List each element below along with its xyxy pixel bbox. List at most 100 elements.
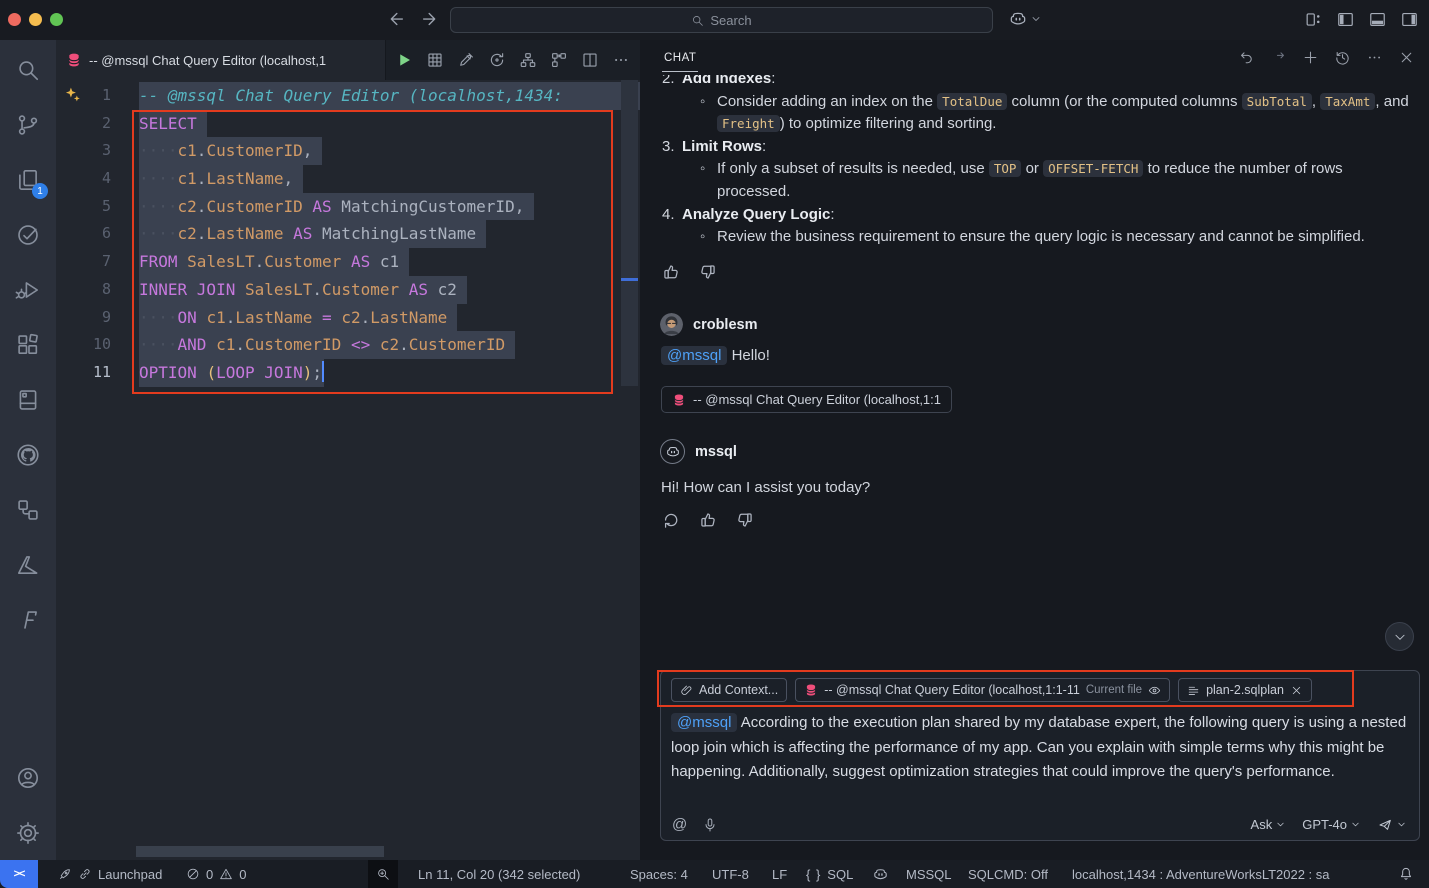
mention-context-button[interactable]: @ <box>672 816 687 833</box>
activity-bar-item-github-icon[interactable] <box>4 427 52 482</box>
code-line-11[interactable]: 11OPTION (LOOP JOIN); <box>56 359 640 387</box>
thumbs-up-icon[interactable] <box>661 262 681 282</box>
close-icon[interactable] <box>1398 49 1415 66</box>
connection-status[interactable]: localhost,1434 : AdventureWorksLT2022 : … <box>1072 860 1330 888</box>
actual-plan-icon[interactable] <box>549 51 568 70</box>
activity-bar: 1 <box>0 40 56 860</box>
mssql-status[interactable]: MSSQL <box>906 860 952 888</box>
model-picker-button[interactable]: GPT-4o <box>1302 817 1361 832</box>
new-chat-icon[interactable] <box>1302 49 1319 66</box>
zoom-indicator[interactable] <box>368 860 398 888</box>
navigate-back-icon[interactable] <box>384 8 406 30</box>
chat-input-container[interactable]: Add Context... -- @mssql Chat Query Edit… <box>660 670 1420 841</box>
activity-bar-item-extensions-icon[interactable] <box>4 317 52 372</box>
message-file-chip[interactable]: -- @mssql Chat Query Editor (localhost,1… <box>661 386 952 413</box>
activity-bar-item-settings-gear-icon[interactable] <box>4 805 52 860</box>
toggle-panel-icon[interactable] <box>1368 10 1387 29</box>
copilot-menu-button[interactable] <box>1008 9 1042 29</box>
code-line-4[interactable]: 4····c1.LastName, <box>56 165 640 193</box>
activity-bar-item-run-debug-icon[interactable] <box>4 262 52 317</box>
toggle-primary-sidebar-icon[interactable] <box>1336 10 1355 29</box>
more-actions-icon[interactable] <box>611 51 630 70</box>
close-window-button[interactable] <box>8 13 21 26</box>
redo-icon[interactable] <box>1270 49 1287 66</box>
activity-bar-item-explorer-icon[interactable]: 1 <box>4 152 52 207</box>
problems-indicator[interactable]: 0 0 <box>186 860 246 888</box>
history-icon[interactable] <box>1334 49 1351 66</box>
activity-bar-item-azure-icon[interactable] <box>4 537 52 592</box>
toggle-secondary-sidebar-icon[interactable] <box>1400 10 1419 29</box>
mssql-mention-chip[interactable]: @mssql <box>671 713 737 732</box>
language-label: SQL <box>827 867 853 882</box>
code-line-3[interactable]: 3····c1.CustomerID, <box>56 137 640 165</box>
add-context-button[interactable]: Add Context... <box>671 678 787 702</box>
thumbs-down-icon[interactable] <box>698 262 718 282</box>
activity-bar-item-database-server-icon[interactable] <box>4 372 52 427</box>
sqlplan-attachment-chip[interactable]: plan-2.sqlplan <box>1178 678 1312 702</box>
mssql-mention-chip[interactable]: @mssql <box>661 346 727 365</box>
editor-vertical-scrollbar[interactable] <box>621 80 638 386</box>
undo-icon[interactable] <box>1238 49 1255 66</box>
mode-picker-button[interactable]: Ask <box>1251 817 1287 832</box>
code-line-2[interactable]: 2SELECT <box>56 110 640 138</box>
code-editor[interactable]: 1-- @mssql Chat Query Editor (localhost,… <box>56 80 640 860</box>
editor-tab[interactable]: -- @mssql Chat Query Editor (localhost,1 <box>56 40 386 80</box>
zoom-window-button[interactable] <box>50 13 63 26</box>
encoding-indicator[interactable]: UTF-8 <box>712 860 749 888</box>
activity-bar-item-fabric-icon[interactable] <box>4 592 52 647</box>
thumbs-down-icon[interactable] <box>735 510 755 530</box>
activity-bar-item-remote-explorer-icon[interactable] <box>4 482 52 537</box>
more-icon[interactable] <box>1366 49 1383 66</box>
estimated-plan-icon[interactable] <box>518 51 537 70</box>
language-indicator[interactable]: { }SQL <box>806 860 853 888</box>
code-line-10[interactable]: 10····AND c1.CustomerID <> c2.CustomerID <box>56 331 640 359</box>
microphone-icon[interactable] <box>702 817 718 833</box>
current-file-chip[interactable]: -- @mssql Chat Query Editor (localhost,1… <box>795 678 1170 702</box>
chat-input-text[interactable]: @mssql According to the execution plan s… <box>671 711 1409 785</box>
code-line-1[interactable]: 1-- @mssql Chat Query Editor (localhost,… <box>56 82 640 110</box>
regenerate-icon[interactable] <box>661 510 681 530</box>
error-icon <box>186 867 200 881</box>
launchpad-button[interactable]: Launchpad <box>58 860 162 888</box>
indentation-indicator[interactable]: Spaces: 4 <box>630 860 688 888</box>
copilot-status[interactable] <box>872 860 889 888</box>
thumbs-up-icon[interactable] <box>698 510 718 530</box>
command-center-search[interactable]: Search <box>450 7 993 33</box>
customize-layout-icon[interactable] <box>1304 10 1323 29</box>
split-editor-icon[interactable] <box>580 51 599 70</box>
change-connection-icon[interactable] <box>487 51 506 70</box>
code-line-5[interactable]: 5····c2.CustomerID AS MatchingCustomerID… <box>56 193 640 221</box>
eye-icon[interactable] <box>1148 684 1161 697</box>
database-icon <box>804 683 818 697</box>
mssql-copilot-avatar <box>660 439 685 464</box>
run-query-icon[interactable] <box>394 51 413 70</box>
code-line-6[interactable]: 6····c2.LastName AS MatchingLastName <box>56 220 640 248</box>
navigate-forward-icon[interactable] <box>420 8 442 30</box>
notifications-bell[interactable] <box>1398 860 1414 888</box>
activity-bar-item-source-control-icon[interactable] <box>4 97 52 152</box>
edit-connection-icon[interactable] <box>456 51 475 70</box>
activity-bar-item-account-icon[interactable] <box>4 750 52 805</box>
launchpad-label: Launchpad <box>98 867 162 882</box>
eol-indicator[interactable]: LF <box>772 860 787 888</box>
results-grid-icon[interactable] <box>425 51 444 70</box>
copilot-sparkle-icon[interactable] <box>63 86 82 105</box>
sqlcmd-status[interactable]: SQLCMD: Off <box>968 860 1048 888</box>
code-line-7[interactable]: 7FROM SalesLT.Customer AS c1 <box>56 248 640 276</box>
chat-input-body[interactable]: According to the execution plan shared b… <box>671 714 1406 780</box>
remote-indicator[interactable]: >< <box>0 860 38 888</box>
scroll-to-bottom-button[interactable] <box>1385 622 1414 651</box>
code-line-9[interactable]: 9····ON c1.LastName = c2.LastName <box>56 304 640 332</box>
code-line-8[interactable]: 8INNER JOIN SalesLT.Customer AS c2 <box>56 276 640 304</box>
user-message-body: Hello! <box>732 347 770 364</box>
activity-bar-item-check-circle-icon[interactable] <box>4 207 52 262</box>
cursor-position[interactable]: Ln 11, Col 20 (342 selected) <box>418 860 580 888</box>
send-button[interactable] <box>1377 817 1407 833</box>
message-feedback-row <box>661 262 718 282</box>
close-icon[interactable] <box>1290 684 1303 697</box>
minimize-window-button[interactable] <box>29 13 42 26</box>
tab-chat[interactable]: CHAT <box>662 43 698 72</box>
model-label: GPT-4o <box>1302 817 1347 832</box>
editor-horizontal-scrollbar[interactable] <box>136 846 384 857</box>
activity-bar-item-search-icon[interactable] <box>4 42 52 97</box>
